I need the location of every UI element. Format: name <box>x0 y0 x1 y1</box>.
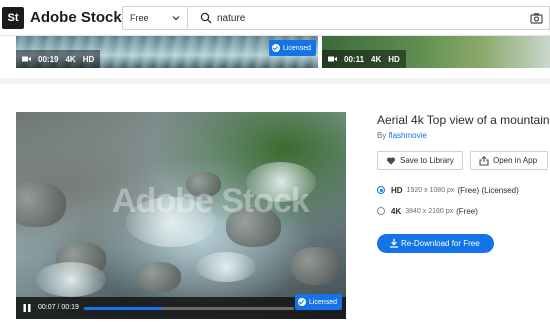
radio-button-4k[interactable] <box>377 207 385 215</box>
download-button-label: Re-Download for Free <box>401 239 480 248</box>
stock-watermark: Adobe Stock <box>112 182 310 220</box>
section-divider <box>0 78 550 84</box>
check-circle-icon <box>271 44 280 52</box>
video-thumbnail-forest-top[interactable]: 00:11 4K HD <box>322 36 550 68</box>
re-download-button[interactable]: Re-Download for Free <box>377 234 494 253</box>
video-preview-player[interactable]: Adobe Stock 00:07 / 00:19 Licensed <box>16 112 346 319</box>
visual-search-camera-icon[interactable] <box>530 12 543 24</box>
licensed-badge: Licensed <box>268 40 316 56</box>
playback-progress-slider[interactable] <box>84 307 294 310</box>
licensed-label: Licensed <box>282 44 311 52</box>
open-button-label: Open in App <box>493 156 538 165</box>
check-circle-icon <box>297 298 306 306</box>
playback-progress-fill <box>84 307 162 310</box>
time-separator: / <box>57 304 60 311</box>
author-link[interactable]: flashmovie <box>389 131 427 140</box>
resolution-option-hd[interactable]: HD 1920 x 1080 px (Free) (Licensed) <box>377 184 519 196</box>
top-header: St Adobe Stock Free nature <box>0 0 550 36</box>
share-out-icon <box>479 156 489 166</box>
pause-icon[interactable] <box>22 303 32 313</box>
licensed-badge: Licensed <box>294 294 342 310</box>
save-button-label: Save to Library <box>400 156 454 165</box>
video-quality-4k: 4K <box>371 54 382 64</box>
search-query-text: nature <box>217 13 246 24</box>
video-quality-hd: HD <box>82 54 95 64</box>
adobe-stock-logo-text[interactable]: Adobe Stock <box>30 9 122 26</box>
video-duration: 00:19 <box>38 54 59 64</box>
radio-button-hd[interactable] <box>377 186 385 194</box>
current-time: 00:07 <box>38 304 56 311</box>
video-quality-hd: HD <box>388 54 400 64</box>
resolution-tag: HD <box>391 185 403 195</box>
video-quality-4k: 4K <box>65 54 76 64</box>
video-meta-bar: 00:11 4K HD <box>322 50 406 68</box>
resolution-note: (Free) (Licensed) <box>457 185 519 195</box>
search-input[interactable]: nature <box>188 6 550 30</box>
license-filter-select[interactable]: Free <box>122 6 188 30</box>
total-time: 00:19 <box>61 304 79 311</box>
video-duration: 00:11 <box>344 54 365 64</box>
licensed-label: Licensed <box>308 298 337 306</box>
asset-author-line: By flashmovie <box>377 131 427 140</box>
resolution-option-4k[interactable]: 4K 3840 x 2160 px (Free) <box>377 205 478 217</box>
resolution-pixels: 1920 x 1080 px <box>406 186 455 194</box>
search-icon <box>200 12 212 24</box>
filter-select-value: Free <box>130 13 149 23</box>
save-to-library-button[interactable]: Save to Library <box>377 151 463 170</box>
resolution-pixels: 3840 x 2160 px <box>405 207 454 215</box>
download-icon <box>390 238 398 248</box>
resolution-tag: 4K <box>391 206 402 216</box>
video-camera-icon <box>22 56 31 62</box>
asset-title: Aerial 4k Top view of a mountain <box>377 113 550 127</box>
video-camera-icon <box>328 56 337 62</box>
playback-time: 00:07 / 00:19 <box>38 304 79 311</box>
resolution-note: (Free) <box>456 206 478 216</box>
video-thumbnail-river-top[interactable]: 00:19 4K HD Licensed <box>16 36 318 68</box>
adobe-stock-logo-badge[interactable]: St <box>2 7 24 29</box>
open-in-app-button[interactable]: Open in App <box>470 151 548 170</box>
heart-icon <box>386 157 396 165</box>
video-meta-bar: 00:19 4K HD <box>16 50 101 68</box>
by-label: By <box>377 131 387 140</box>
chevron-down-icon <box>172 16 180 21</box>
